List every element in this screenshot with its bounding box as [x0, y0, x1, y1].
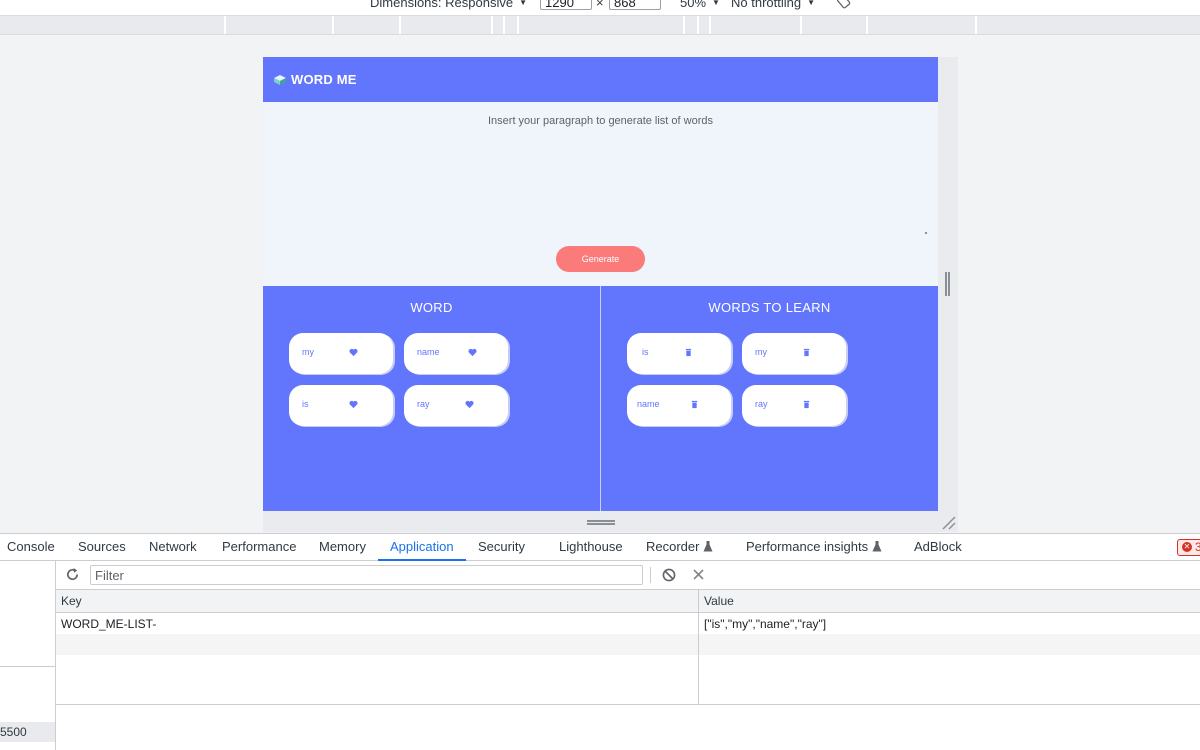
tab-performance-insights-label: Performance insights [746, 539, 869, 554]
table-header: Key Value [56, 590, 1200, 613]
height-input[interactable]: 868 [609, 0, 661, 10]
tab-application[interactable]: Application [390, 539, 454, 554]
paragraph-input-area: Insert your paragraph to generate list o… [263, 102, 938, 290]
table-row-empty[interactable] [56, 634, 1200, 655]
learn-word-card[interactable]: is [627, 333, 731, 374]
heart-icon[interactable] [465, 400, 474, 409]
key-column-header[interactable]: Key [61, 594, 82, 608]
sidebar-divider [0, 666, 56, 667]
filter-input[interactable] [90, 565, 643, 585]
caret-down-icon: ▼ [807, 0, 816, 7]
trash-icon[interactable] [684, 348, 693, 357]
local-storage-table: Key Value WORD_ME-LIST- ["is","my","name… [56, 590, 1200, 705]
heart-icon[interactable] [349, 400, 358, 409]
caret-down-icon: ▼ [712, 0, 720, 7]
flask-icon [703, 541, 713, 552]
word-card[interactable]: ray [404, 385, 508, 426]
error-count-badge[interactable]: ✕ 3 [1177, 539, 1200, 556]
toolbar-separator [650, 567, 651, 583]
dimension-separator: × [596, 0, 604, 10]
tab-performance[interactable]: Performance [222, 539, 296, 554]
corner-resize-icon[interactable] [940, 514, 956, 530]
word-card-label: name [417, 347, 440, 357]
word-card[interactable]: my [289, 333, 393, 374]
table-row[interactable]: WORD_ME-LIST- ["is","my","name","ray"] [56, 613, 1200, 634]
trash-icon[interactable] [802, 400, 811, 409]
device-viewport: WORD ME Insert your paragraph to generat… [0, 35, 1200, 532]
textarea-resize-handle[interactable] [925, 232, 927, 234]
devtools-tab-bar: Console Sources Network Performance Memo… [0, 533, 1200, 561]
height-resize-handle[interactable] [587, 520, 615, 525]
tab-recorder[interactable]: Recorder [646, 539, 713, 554]
learn-word-card[interactable]: ray [742, 385, 846, 426]
app-frame: WORD ME Insert your paragraph to generat… [263, 57, 938, 511]
app-header: WORD ME [263, 57, 938, 102]
heart-icon[interactable] [468, 348, 477, 357]
word-card[interactable]: name [404, 333, 508, 374]
storage-toolbar [56, 561, 1200, 590]
tab-adblock[interactable]: AdBlock [914, 539, 962, 554]
word-panel: WORD my name is ray [263, 286, 600, 511]
error-count: 3 [1195, 540, 1200, 554]
trash-icon[interactable] [802, 348, 811, 357]
tab-memory[interactable]: Memory [319, 539, 366, 554]
refresh-icon[interactable] [65, 567, 80, 582]
word-card-label: ray [417, 399, 430, 409]
heart-icon[interactable] [349, 348, 358, 357]
application-sidebar: 5500 [0, 561, 56, 750]
row-value: ["is","my","name","ray"] [704, 617, 827, 631]
flask-icon [872, 541, 882, 552]
dimensions-dropdown[interactable]: Dimensions: Responsive ▼ [370, 0, 527, 10]
column-divider[interactable] [698, 590, 699, 704]
tab-console[interactable]: Console [7, 539, 55, 554]
throttling-dropdown[interactable]: No throttling ▼ [731, 0, 815, 10]
device-toolbar: Dimensions: Responsive ▼ 1290 × 868 50% ▼ … [0, 0, 1200, 16]
value-column-header[interactable]: Value [704, 594, 734, 608]
width-input[interactable]: 1290 [540, 0, 592, 10]
words-to-learn-panel: WORDS TO LEARN is my name ray [601, 286, 938, 511]
delete-selected-icon[interactable] [692, 568, 705, 581]
learn-word-label: is [642, 347, 649, 357]
width-resize-handle[interactable] [945, 272, 950, 296]
value-preview-pane [56, 705, 1200, 750]
word-card[interactable]: is [289, 385, 393, 426]
learn-word-label: name [637, 399, 660, 409]
tab-performance-insights[interactable]: Performance insights [746, 539, 882, 554]
learn-word-card[interactable]: my [742, 333, 846, 374]
learn-word-label: ray [755, 399, 768, 409]
word-panel-title: WORD [410, 300, 453, 315]
error-icon: ✕ [1182, 542, 1192, 552]
tab-lighthouse[interactable]: Lighthouse [559, 539, 623, 554]
word-card-label: is [302, 399, 309, 409]
row-key: WORD_ME-LIST- [61, 617, 157, 631]
learn-word-card[interactable]: name [627, 385, 731, 426]
app-title: WORD ME [291, 72, 357, 87]
caret-down-icon: ▼ [519, 0, 527, 7]
tab-sources[interactable]: Sources [78, 539, 126, 554]
learn-word-label: my [755, 347, 767, 357]
tab-network[interactable]: Network [149, 539, 197, 554]
media-query-ruler[interactable] [0, 16, 1200, 35]
word-card-label: my [302, 347, 314, 357]
sidebar-item-port[interactable]: 5500 [0, 722, 55, 742]
trash-icon[interactable] [690, 400, 699, 409]
zoom-dropdown[interactable]: 50% ▼ [680, 0, 720, 10]
tab-recorder-label: Recorder [646, 539, 700, 554]
rotate-icon[interactable] [837, 0, 851, 9]
generate-button[interactable]: Generate [556, 246, 645, 272]
clear-all-icon[interactable] [662, 568, 676, 582]
words-to-learn-title: WORDS TO LEARN [708, 300, 831, 315]
logo-icon [274, 74, 286, 85]
tab-security[interactable]: Security [478, 539, 525, 554]
